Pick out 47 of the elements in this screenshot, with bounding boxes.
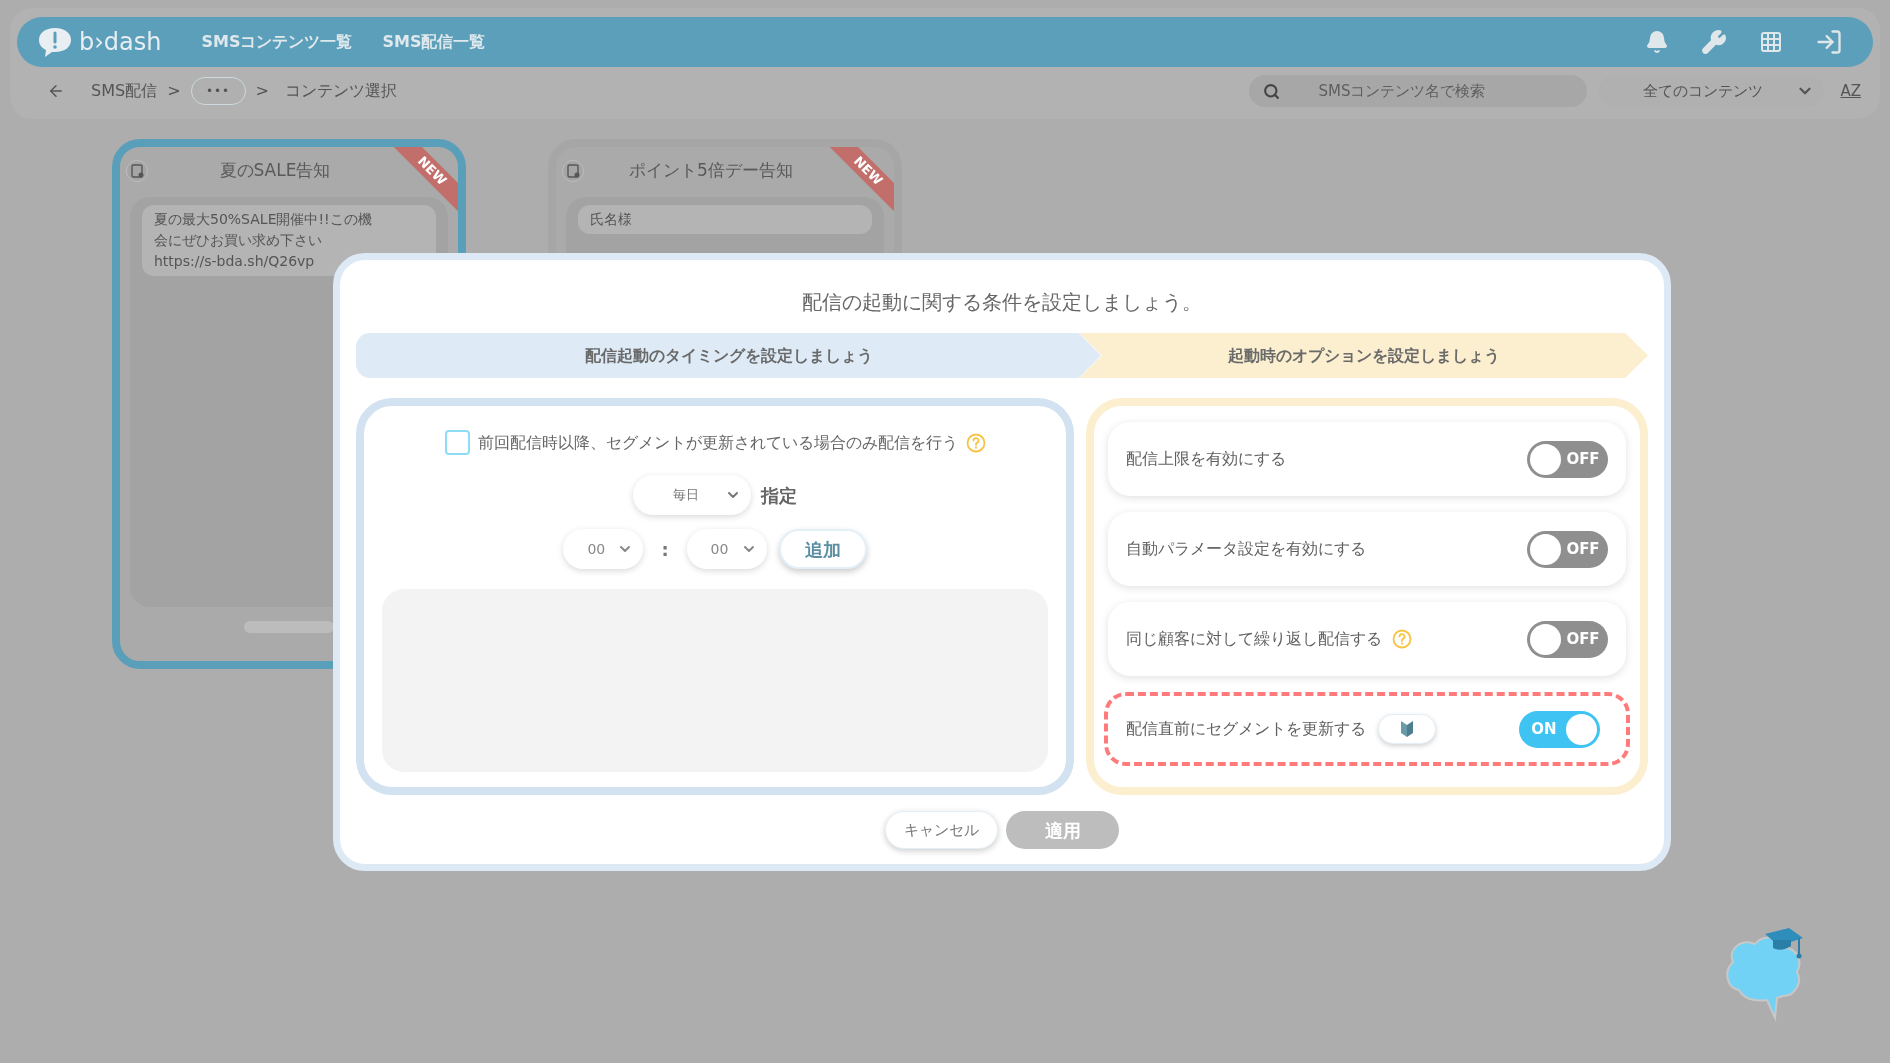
option-label: 同じ顧客に対して繰り返し配信する <box>1126 628 1382 650</box>
frequency-select[interactable]: 毎日 <box>633 475 751 515</box>
search-field[interactable]: SMSコンテンツ名で検索 <box>1249 75 1588 107</box>
message-icon <box>126 160 148 182</box>
option-label: 配信上限を有効にする <box>1126 448 1286 470</box>
search-input[interactable]: SMSコンテンツ名で検索 <box>1318 79 1574 103</box>
beginner-mark-icon <box>1400 720 1414 738</box>
message-line: 氏名様 <box>590 210 633 229</box>
search-icon <box>1263 82 1281 100</box>
checkbox-label: 前回配信時以降、セグメントが更新されている場合のみ配信を行う <box>477 431 958 454</box>
breadcrumb-separator: > <box>255 80 269 102</box>
option-label: 自動パラメータ設定を有効にする <box>1126 538 1366 560</box>
toggle-switch[interactable]: OFF <box>1527 620 1608 658</box>
time-separator: : <box>661 537 669 562</box>
breadcrumb-more-button[interactable]: ••• <box>190 77 246 105</box>
card-title: ポイント5倍デー告知 <box>629 159 793 183</box>
nav-link[interactable]: SMSコンテンツ一覧 <box>201 30 353 54</box>
add-button[interactable]: 追加 <box>778 529 867 569</box>
logout-icon[interactable] <box>1815 28 1843 56</box>
checkbox[interactable] <box>444 430 470 455</box>
hour-select[interactable]: 00 <box>563 529 644 569</box>
toggle-switch[interactable]: OFF <box>1527 440 1608 478</box>
message-line: 会にぜひお買い求め下さい <box>154 231 323 250</box>
message-line: 夏の最大50%SALE開催中!!この機 <box>154 210 373 229</box>
card-title: 夏のSALE告知 <box>219 159 331 183</box>
toggle-switch[interactable]: OFF <box>1527 530 1608 568</box>
bell-icon[interactable] <box>1645 30 1669 54</box>
breadcrumb-separator: > <box>167 80 181 102</box>
sort-button[interactable]: AZ <box>1840 79 1861 103</box>
option-label: 配信直前にセグメントを更新する <box>1126 718 1366 740</box>
help-icon[interactable] <box>965 432 986 453</box>
message-line: https://s-bda.sh/Q26vp <box>154 252 316 271</box>
cancel-button[interactable]: キャンセル <box>885 811 998 849</box>
toggle-switch[interactable]: ON <box>1519 710 1600 748</box>
nav-link[interactable]: SMS配信一覧 <box>382 30 486 54</box>
logo-text[interactable]: b›dash <box>79 24 162 60</box>
apps-grid-icon[interactable] <box>1759 30 1783 54</box>
frequency-suffix: 指定 <box>761 483 797 508</box>
step-banner: 配信起動のタイミングを設定しましょう <box>356 333 1101 378</box>
modal-title: 配信の起動に関する条件を設定しましょう。 <box>802 289 1202 316</box>
step-banner: 起動時のオプションを設定しましょう <box>1079 333 1648 378</box>
help-icon[interactable] <box>1392 629 1412 649</box>
wrench-icon[interactable] <box>1701 29 1727 55</box>
minute-select[interactable]: 00 <box>686 529 767 569</box>
breadcrumb-link[interactable]: SMS配信 <box>91 79 158 103</box>
breadcrumb-current: コンテンツ選択 <box>284 80 397 102</box>
message-icon <box>562 160 584 182</box>
